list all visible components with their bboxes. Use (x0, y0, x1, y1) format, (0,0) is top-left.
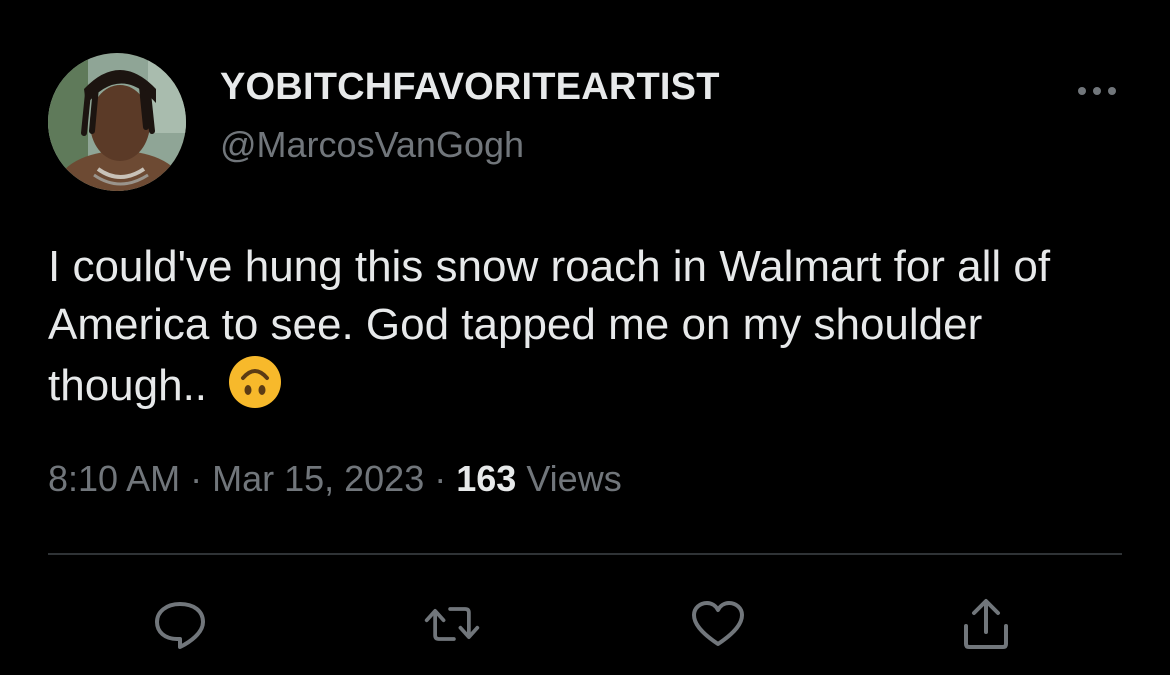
tweet-metadata: 8:10 AM · Mar 15, 2023 · 163 Views (48, 458, 622, 500)
reply-button[interactable] (150, 596, 210, 652)
share-icon (964, 599, 1008, 649)
retweet-button[interactable] (422, 596, 482, 652)
more-options-button[interactable] (1072, 76, 1122, 106)
tweet-detail: YOBITCHFAVORITEARTIST @MarcosVanGogh I c… (0, 0, 1170, 675)
like-button[interactable] (688, 596, 748, 652)
views-count[interactable]: 163 (456, 458, 516, 499)
avatar-image (48, 53, 186, 191)
tweet-text: I could've hung this snow roach in Walma… (48, 238, 1138, 425)
upside-down-face-emoji-icon (227, 354, 283, 425)
author-display-name[interactable]: YOBITCHFAVORITEARTIST (220, 66, 720, 109)
tweet-date[interactable]: Mar 15, 2023 (212, 458, 424, 499)
more-horizontal-icon (1078, 87, 1116, 95)
retweet-icon (424, 607, 480, 641)
author-handle[interactable]: @MarcosVanGogh (220, 124, 524, 166)
divider (48, 553, 1122, 555)
tweet-text-body: I could've hung this snow roach in Walma… (48, 242, 1051, 410)
meta-separator: · (180, 458, 213, 499)
views-label: Views (516, 458, 622, 499)
tweet-time[interactable]: 8:10 AM (48, 458, 180, 499)
meta-separator: · (424, 458, 457, 499)
heart-icon (692, 601, 744, 646)
reply-icon (155, 602, 205, 649)
author-avatar[interactable] (48, 53, 186, 191)
share-button[interactable] (956, 596, 1016, 652)
